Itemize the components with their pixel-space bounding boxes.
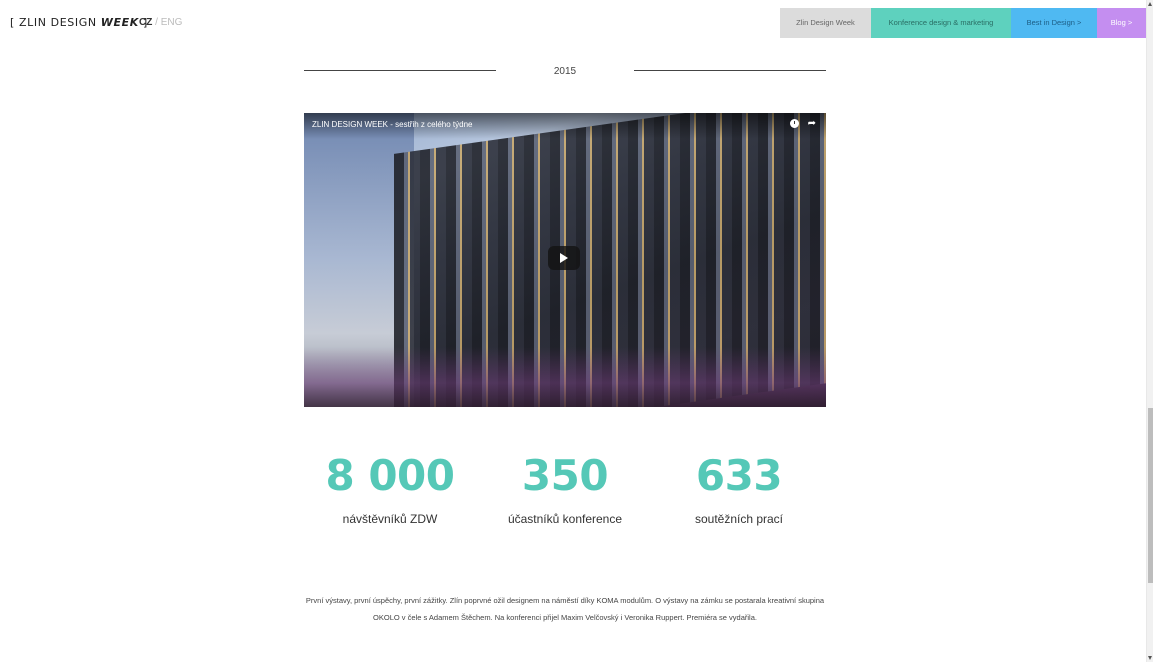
scrollbar-thumb[interactable] xyxy=(1148,408,1153,583)
section-description: První výstavy, první úspěchy, první záži… xyxy=(305,596,825,622)
stat-visitors: 8 000 návštěvníků ZDW xyxy=(305,451,475,527)
video-actions: ➦ xyxy=(789,119,816,129)
stat-participants: 350 účastníků konference xyxy=(480,451,650,527)
scroll-up-icon[interactable] xyxy=(1148,2,1152,6)
video-frame-floor xyxy=(304,347,826,407)
nav-best-in-design[interactable]: Best in Design > xyxy=(1011,8,1097,38)
video-title[interactable]: ZLIN DESIGN WEEK - sestřih z celého týdn… xyxy=(312,120,473,129)
lang-cz-link[interactable]: CZ xyxy=(139,17,152,28)
nav-konference[interactable]: Konference design & marketing xyxy=(871,8,1011,38)
video-player[interactable]: ZLIN DESIGN WEEK - sestřih z celého týdn… xyxy=(304,113,826,407)
stat-works: 633 soutěžních prací xyxy=(654,451,824,527)
nav-zlin-design-week[interactable]: Zlin Design Week xyxy=(780,8,871,38)
stat-label: soutěžních prací xyxy=(694,512,784,526)
section-year: 2015 xyxy=(553,66,577,77)
site-header: [ ZLIN DESIGN WEEK ] CZ / ENG Zlin Desig… xyxy=(0,0,1146,46)
page-scrollbar[interactable] xyxy=(1146,0,1153,662)
logo-bracket-open: [ xyxy=(10,16,15,29)
play-icon[interactable] xyxy=(548,246,580,270)
stat-value: 8 000 xyxy=(325,451,455,500)
share-icon[interactable]: ➦ xyxy=(808,119,816,129)
clock-icon[interactable] xyxy=(789,119,799,128)
stat-label: účastníků konference xyxy=(507,512,623,526)
year-divider-right xyxy=(634,70,826,71)
year-divider-left xyxy=(304,70,496,71)
logo-accent: WEEK xyxy=(100,16,139,29)
site-logo[interactable]: [ ZLIN DESIGN WEEK ] xyxy=(10,16,148,29)
scroll-down-icon[interactable] xyxy=(1148,656,1152,660)
lang-eng-link[interactable]: ENG xyxy=(161,17,183,28)
logo-text: ZLIN DESIGN xyxy=(19,16,97,29)
lang-separator: / xyxy=(152,17,161,28)
nav-blog[interactable]: Blog > xyxy=(1097,8,1146,38)
stat-value: 633 xyxy=(695,451,783,500)
stat-value: 350 xyxy=(521,451,609,500)
stat-label: návštěvníků ZDW xyxy=(342,512,438,526)
main-nav: Zlin Design Week Konference design & mar… xyxy=(780,8,1146,38)
language-switcher: CZ / ENG xyxy=(139,17,182,28)
